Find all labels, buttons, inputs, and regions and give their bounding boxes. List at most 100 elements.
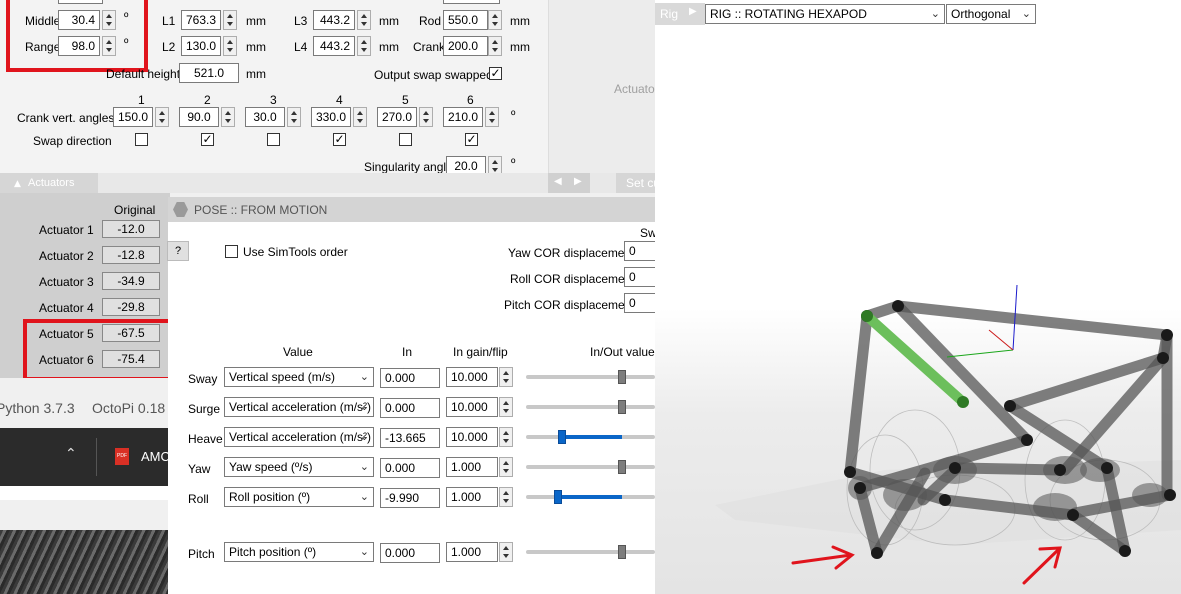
swap-checkbox-4[interactable]: ✓ <box>333 133 346 146</box>
heave-gain-spinner[interactable] <box>499 427 513 447</box>
heave-slider-thumb[interactable] <box>558 430 566 444</box>
rod-input[interactable]: 550.0 <box>443 10 488 30</box>
roll-gain-input[interactable]: 1.000 <box>446 487 498 507</box>
nav-left-button[interactable]: ◀ <box>554 176 562 187</box>
roll-in-input[interactable]: -9.990 <box>380 488 440 508</box>
rig-settings-panel: Middle 30.4 º Range 98.0 º L1 763.3 mm L… <box>0 0 548 193</box>
hexapod-render <box>715 284 1181 585</box>
actuator-side-label: Actuato <box>614 82 655 96</box>
roll-slider-thumb[interactable] <box>554 490 562 504</box>
pitch-value-select[interactable]: Pitch position (º) ⌄ <box>224 542 374 562</box>
nav-right-button[interactable]: ▶ <box>574 176 582 187</box>
chevron-up-icon[interactable]: ⌃ <box>65 446 77 462</box>
yaw-gain-input[interactable]: 1.000 <box>446 457 498 477</box>
crank-col-1: 1 <box>138 93 145 107</box>
crank-col-4: 4 <box>336 93 343 107</box>
background-window-strip: Python 3.7.3 OctoPi 0.18 <box>0 378 168 428</box>
sway-gain-spinner[interactable] <box>499 367 513 387</box>
swap-checkbox-5[interactable] <box>399 133 412 146</box>
crank-angle-1[interactable]: 150.0 <box>113 107 153 127</box>
simtools-checkbox[interactable] <box>225 245 238 258</box>
chevron-down-icon: ⌄ <box>359 460 369 473</box>
crank-col-6: 6 <box>467 93 474 107</box>
pitch-gain-spinner[interactable] <box>499 542 513 562</box>
swap-checkbox-3[interactable] <box>267 133 280 146</box>
roll-cor-label: Roll COR displacement <box>510 272 635 286</box>
crank-angle-2[interactable]: 90.0 <box>179 107 219 127</box>
roll-value-select[interactable]: Roll position (º) ⌄ <box>224 487 374 507</box>
swap-checkbox-2[interactable]: ✓ <box>201 133 214 146</box>
roll-axis-label: Roll <box>188 492 209 506</box>
surge-in-input[interactable]: 0.000 <box>380 398 440 418</box>
yaw-in-input[interactable]: 0.000 <box>380 458 440 478</box>
rod-unit: mm <box>510 14 530 28</box>
set-current-button[interactable]: Set cu <box>616 173 655 193</box>
pitch-axis-label: Pitch <box>188 547 215 561</box>
actuator-2-value: -12.8 <box>102 246 160 264</box>
surge-gain-spinner[interactable] <box>499 397 513 417</box>
crank-angle-5[interactable]: 270.0 <box>377 107 417 127</box>
crank-angle-3[interactable]: 30.0 <box>245 107 285 127</box>
yaw-slider-thumb[interactable] <box>618 460 626 474</box>
crank-angle-4-spinner[interactable] <box>353 107 367 127</box>
pdf-icon[interactable]: PDF <box>115 448 129 465</box>
output-swap-label: Output swap swapped <box>374 68 493 82</box>
sway-value-select[interactable]: Vertical speed (m/s) ⌄ <box>224 367 374 387</box>
surge-value-select[interactable]: Vertical acceleration (m/s²) ⌄ <box>224 397 374 417</box>
actuator-3-value: -34.9 <box>102 272 160 290</box>
pitch-gain-input[interactable]: 1.000 <box>446 542 498 562</box>
heave-value-select[interactable]: Vertical acceleration (m/s²) ⌄ <box>224 427 374 447</box>
heave-gain-input[interactable]: 10.000 <box>446 427 498 447</box>
yaw-value-select[interactable]: Yaw speed (º/s) ⌄ <box>224 457 374 477</box>
l4-input[interactable]: 443.2 <box>313 36 355 56</box>
heave-slider-fill <box>562 435 622 439</box>
crank-angle-4[interactable]: 330.0 <box>311 107 351 127</box>
pitch-in-input[interactable]: 0.000 <box>380 543 440 563</box>
help-button[interactable]: ? <box>167 241 189 261</box>
actuators-header[interactable]: ▲ Actuators <box>0 173 98 193</box>
original-col-label: Original <box>114 203 156 217</box>
l1-spinner[interactable] <box>223 10 237 30</box>
gain-col-header: In gain/flip <box>453 345 508 359</box>
crank-angle-5-spinner[interactable] <box>419 107 433 127</box>
swap-checkbox-1[interactable] <box>135 133 148 146</box>
crank-angle-6-spinner[interactable] <box>485 107 499 127</box>
actuator-4-value: -29.8 <box>102 298 160 316</box>
heave-axis-label: Heave <box>188 432 223 446</box>
set-current-label: Set cu <box>626 176 655 190</box>
roll-slider-fill <box>558 495 622 499</box>
l2-input[interactable]: 130.0 <box>181 36 221 56</box>
swap-checkbox-6[interactable]: ✓ <box>465 133 478 146</box>
default-height-label: Default height <box>106 67 181 81</box>
crank-angle-2-spinner[interactable] <box>221 107 235 127</box>
output-swap-checkbox[interactable]: ✓ <box>489 67 502 80</box>
crank-spinner[interactable] <box>488 36 502 56</box>
default-height-input[interactable]: 521.0 <box>179 63 239 83</box>
l4-spinner[interactable] <box>357 36 371 56</box>
top-partial-input-right[interactable] <box>443 0 500 4</box>
annotation-arrows <box>791 545 1062 585</box>
surge-gain-input[interactable]: 10.000 <box>446 397 498 417</box>
crank-angle-6[interactable]: 210.0 <box>443 107 483 127</box>
l1-input[interactable]: 763.3 <box>181 10 221 30</box>
l2-label: L2 <box>162 40 176 54</box>
l2-spinner[interactable] <box>223 36 237 56</box>
rod-spinner[interactable] <box>488 10 502 30</box>
surge-axis-label: Surge <box>188 402 221 416</box>
chevron-down-icon: ⌄ <box>359 400 369 413</box>
yaw-gain-spinner[interactable] <box>499 457 513 477</box>
crank-angle-3-spinner[interactable] <box>287 107 301 127</box>
l3-input[interactable]: 443.2 <box>313 10 355 30</box>
pitch-slider-thumb[interactable] <box>618 545 626 559</box>
crank-angle-1-spinner[interactable] <box>155 107 169 127</box>
crank-input[interactable]: 200.0 <box>443 36 488 56</box>
roll-gain-spinner[interactable] <box>499 487 513 507</box>
l3-spinner[interactable] <box>357 10 371 30</box>
sway-in-input[interactable]: 0.000 <box>380 368 440 388</box>
viewport-3d[interactable]: Rig ▶ RIG :: ROTATING HEXAPOD ⌄ Orthogon… <box>655 0 1181 594</box>
sway-slider-thumb[interactable] <box>618 370 626 384</box>
sway-gain-input[interactable]: 10.000 <box>446 367 498 387</box>
surge-slider-thumb[interactable] <box>618 400 626 414</box>
pdf-label: AMC <box>141 449 170 464</box>
heave-in-input[interactable]: -13.665 <box>380 428 440 448</box>
